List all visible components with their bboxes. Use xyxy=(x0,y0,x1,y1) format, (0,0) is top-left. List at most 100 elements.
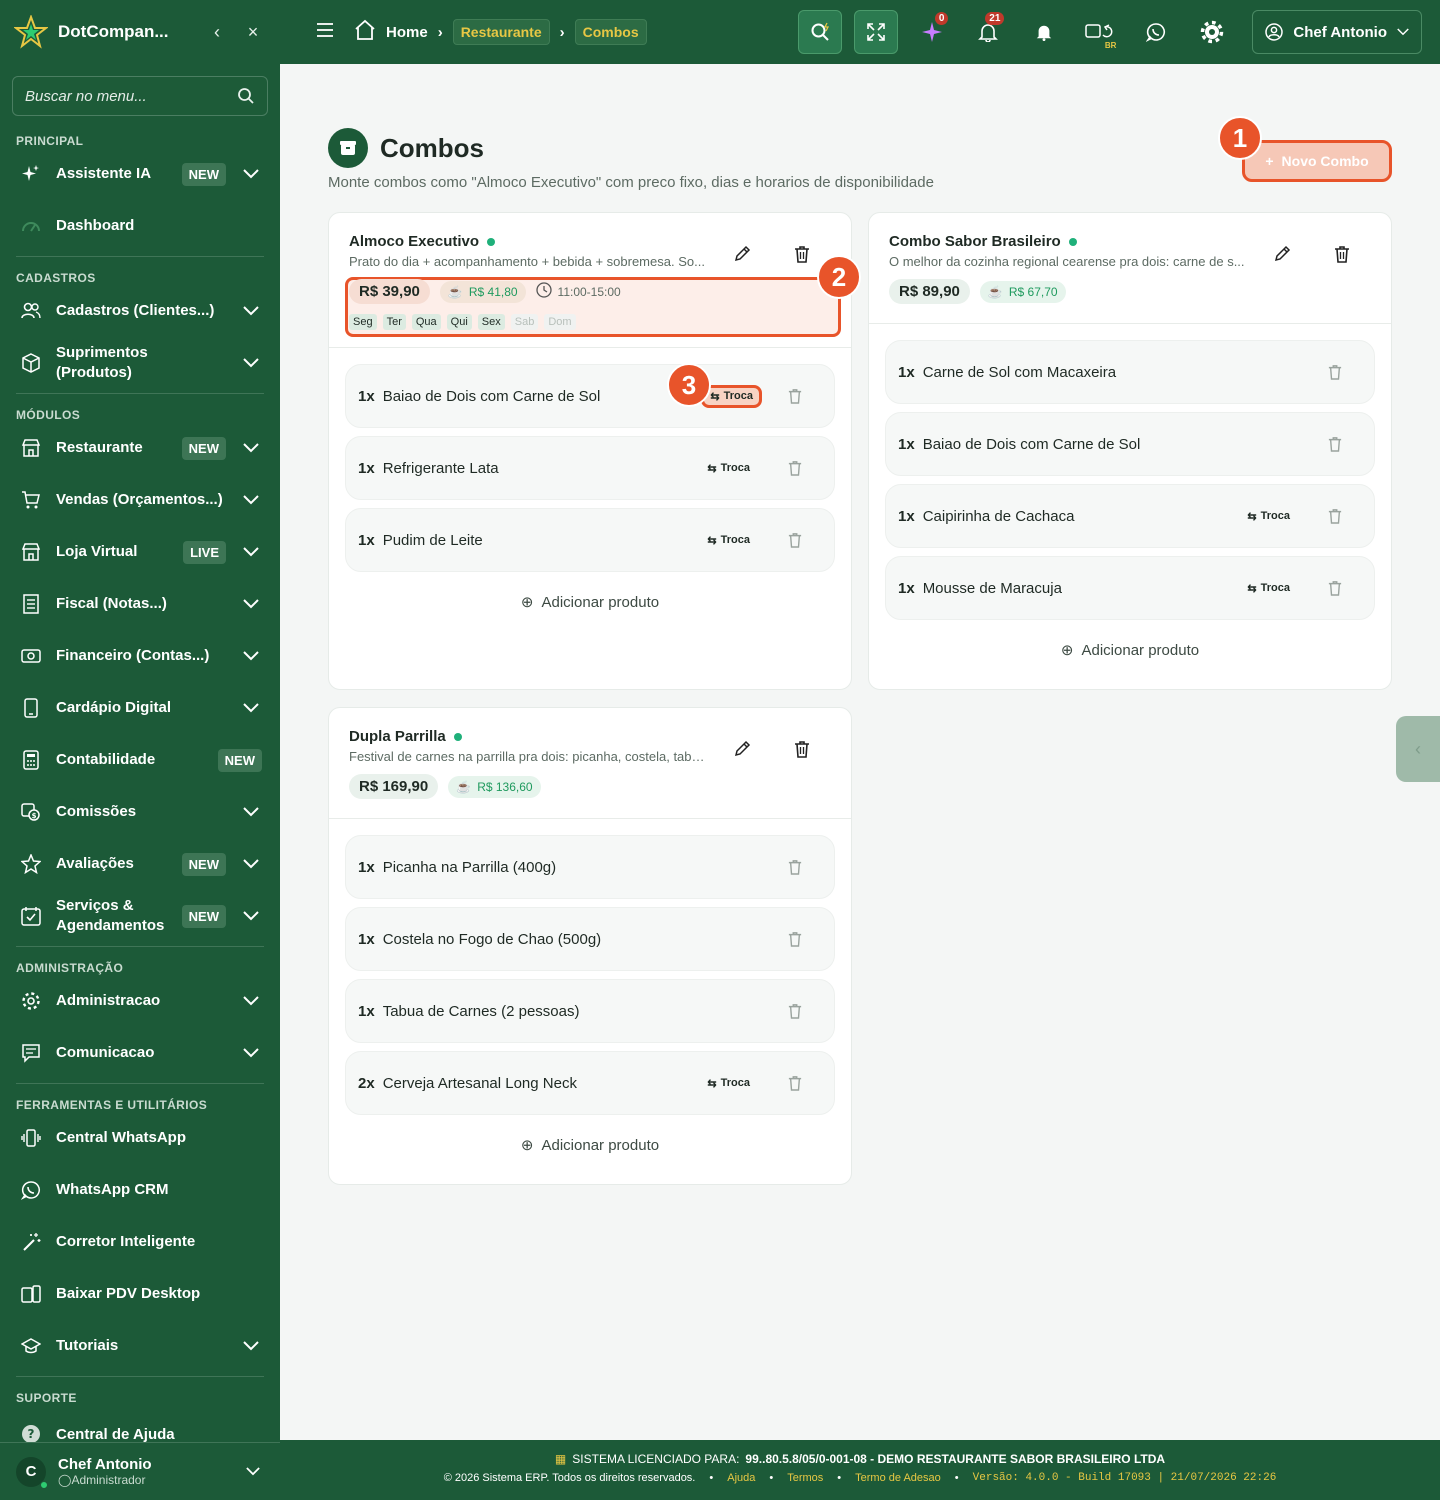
add-product-button[interactable]: ⊕ Adicionar produto xyxy=(345,1123,835,1167)
edit-pencil-icon[interactable] xyxy=(1271,243,1293,265)
new-badge: NEW xyxy=(217,748,262,772)
sidebar-item-cadastros[interactable]: Cadastros (Clientes...) xyxy=(0,285,280,337)
chevron-down-icon[interactable] xyxy=(242,1467,264,1476)
sidebar-item-comunicacao[interactable]: Comunicacao xyxy=(0,1027,280,1079)
edit-pencil-icon[interactable] xyxy=(731,243,753,265)
breadcrumb-home[interactable]: Home xyxy=(386,24,428,41)
add-product-button[interactable]: ⊕ Adicionar produto xyxy=(885,628,1375,672)
language-button[interactable]: BR xyxy=(1078,10,1122,54)
delete-trash-icon[interactable] xyxy=(791,243,813,265)
chevron-down-icon[interactable] xyxy=(240,807,262,817)
settings-button[interactable] xyxy=(1190,10,1234,54)
swap-button[interactable]: ⇆ Troca xyxy=(701,460,756,477)
section-ferramentas: FERRAMENTAS E UTILITÁRIOS xyxy=(16,1098,208,1112)
sidebar-item-dashboard[interactable]: Dashboard xyxy=(0,200,280,252)
chevron-down-icon[interactable] xyxy=(240,703,262,713)
swap-button[interactable]: ⇆ Troca xyxy=(1241,508,1296,525)
sidebar-item-central-whatsapp[interactable]: Central WhatsApp xyxy=(0,1112,280,1164)
chevron-down-icon[interactable] xyxy=(240,443,262,453)
sidebar-item-cardapio-digital[interactable]: Cardápio Digital xyxy=(0,682,280,734)
remove-trash-icon[interactable] xyxy=(784,856,806,878)
remove-trash-icon[interactable] xyxy=(784,928,806,950)
sidebar-item-tutoriais[interactable]: Tutoriais xyxy=(0,1320,280,1372)
bell-icon xyxy=(978,24,999,42)
chevron-down-icon[interactable] xyxy=(240,169,262,179)
sidebar-item-baixar-pdv[interactable]: Baixar PDV Desktop xyxy=(0,1268,280,1320)
side-panel-toggle[interactable]: ‹ xyxy=(1396,716,1440,782)
user-menu-button[interactable]: Chef Antonio xyxy=(1252,10,1422,54)
whatsapp-button[interactable] xyxy=(1134,10,1178,54)
new-badge: NEW xyxy=(181,852,226,876)
version-info: Versão: 4.0.0 - Build 17093 | 21/07/2026… xyxy=(972,1472,1277,1484)
combo-description: O melhor da cozinha regional cearense pr… xyxy=(889,254,1245,269)
chevron-down-icon[interactable] xyxy=(240,599,262,609)
remove-trash-icon[interactable] xyxy=(1324,433,1346,455)
remove-trash-icon[interactable] xyxy=(784,529,806,551)
swap-button[interactable]: ⇆ Troca xyxy=(701,532,756,549)
step-marker-3: 3 xyxy=(667,363,711,407)
alerts-button[interactable] xyxy=(1022,10,1066,54)
sidebar-item-whatsapp-crm[interactable]: WhatsApp CRM xyxy=(0,1164,280,1216)
remove-trash-icon[interactable] xyxy=(784,457,806,479)
breadcrumb-restaurante[interactable]: Restaurante xyxy=(452,19,550,45)
fullscreen-button[interactable] xyxy=(854,10,899,54)
chevron-down-icon[interactable] xyxy=(240,996,262,1006)
sidebar-item-comissoes[interactable]: $ Comissões xyxy=(0,786,280,838)
combo-items: 1x Baiao de Dois com Carne de Sol ⇆ Troca… xyxy=(329,348,851,640)
chevron-down-icon[interactable] xyxy=(240,547,262,557)
sidebar-item-label: Financeiro (Contas...) xyxy=(56,647,210,664)
new-combo-button[interactable]: + Novo Combo xyxy=(1242,140,1392,182)
chevron-down-icon[interactable] xyxy=(240,859,262,869)
remove-trash-icon[interactable] xyxy=(1324,577,1346,599)
menu-search-input[interactable] xyxy=(25,87,215,105)
swap-button[interactable]: ⇆ Troca xyxy=(1241,580,1296,597)
sidebar-item-corretor[interactable]: Corretor Inteligente xyxy=(0,1216,280,1268)
adhesion-terms-link[interactable]: Termo de Adesao xyxy=(855,1472,941,1484)
swap-button[interactable]: ⇆ Troca xyxy=(701,1075,756,1092)
sidebar-user[interactable]: C Chef Antonio ◯Administrador xyxy=(0,1442,280,1500)
remove-trash-icon[interactable] xyxy=(784,1072,806,1094)
sidebar-item-assistente-ia[interactable]: Assistente IA NEW xyxy=(0,148,280,200)
chevron-down-icon[interactable] xyxy=(240,358,262,368)
chevron-down-icon[interactable] xyxy=(240,1048,262,1058)
search-button[interactable] xyxy=(798,10,843,54)
chevron-down-icon[interactable] xyxy=(240,1341,262,1351)
delete-trash-icon[interactable] xyxy=(791,738,813,760)
sidebar-item-restaurante[interactable]: Restaurante NEW xyxy=(0,422,280,474)
hamburger-menu-icon[interactable] xyxy=(316,22,334,42)
sidebar-item-loja-virtual[interactable]: Loja Virtual LIVE xyxy=(0,526,280,578)
sidebar-item-avaliacoes[interactable]: Avaliações NEW xyxy=(0,838,280,890)
sidebar-item-servicos[interactable]: Serviços & Agendamentos NEW xyxy=(0,890,280,942)
user-circle-icon xyxy=(1265,23,1284,41)
sidebar-item-vendas[interactable]: Vendas (Orçamentos...) xyxy=(0,474,280,526)
chevron-down-icon[interactable] xyxy=(240,911,262,921)
sidebar-item-fiscal[interactable]: Fiscal (Notas...) xyxy=(0,578,280,630)
sidebar-item-central-ajuda[interactable]: ? Central de Ajuda xyxy=(0,1405,280,1445)
expand-icon xyxy=(867,23,886,41)
sidebar-item-financeiro[interactable]: Financeiro (Contas...) xyxy=(0,630,280,682)
search-icon[interactable] xyxy=(237,87,255,105)
sidebar-item-suprimentos[interactable]: Suprimentos (Produtos) xyxy=(0,337,280,389)
sidebar-item-contabilidade[interactable]: Contabilidade NEW xyxy=(0,734,280,786)
add-product-button[interactable]: ⊕ Adicionar produto xyxy=(345,580,835,624)
remove-trash-icon[interactable] xyxy=(1324,505,1346,527)
terms-link[interactable]: Termos xyxy=(787,1472,823,1484)
help-link[interactable]: Ajuda xyxy=(727,1472,755,1484)
remove-trash-icon[interactable] xyxy=(784,1000,806,1022)
plus-icon: + xyxy=(1265,153,1274,169)
close-icon[interactable]: × xyxy=(240,19,266,45)
notifications-button[interactable]: 21 xyxy=(966,10,1010,54)
remove-trash-icon[interactable] xyxy=(1324,361,1346,383)
list-item: 1x Carne de Sol com Macaxeira xyxy=(885,340,1375,404)
home-icon[interactable] xyxy=(354,19,376,45)
chevron-down-icon[interactable] xyxy=(240,306,262,316)
sidebar-item-administracao[interactable]: Administracao xyxy=(0,975,280,1027)
collapse-chevron-icon[interactable]: ‹ xyxy=(204,19,230,45)
chevron-down-icon[interactable] xyxy=(240,495,262,505)
delete-trash-icon[interactable] xyxy=(1331,243,1353,265)
chevron-down-icon[interactable] xyxy=(240,651,262,661)
ai-sparkle-button[interactable]: 0 xyxy=(910,10,954,54)
edit-pencil-icon[interactable] xyxy=(731,738,753,760)
remove-trash-icon[interactable] xyxy=(784,385,806,407)
list-item: 2x Cerveja Artesanal Long Neck ⇆ Troca xyxy=(345,1051,835,1115)
